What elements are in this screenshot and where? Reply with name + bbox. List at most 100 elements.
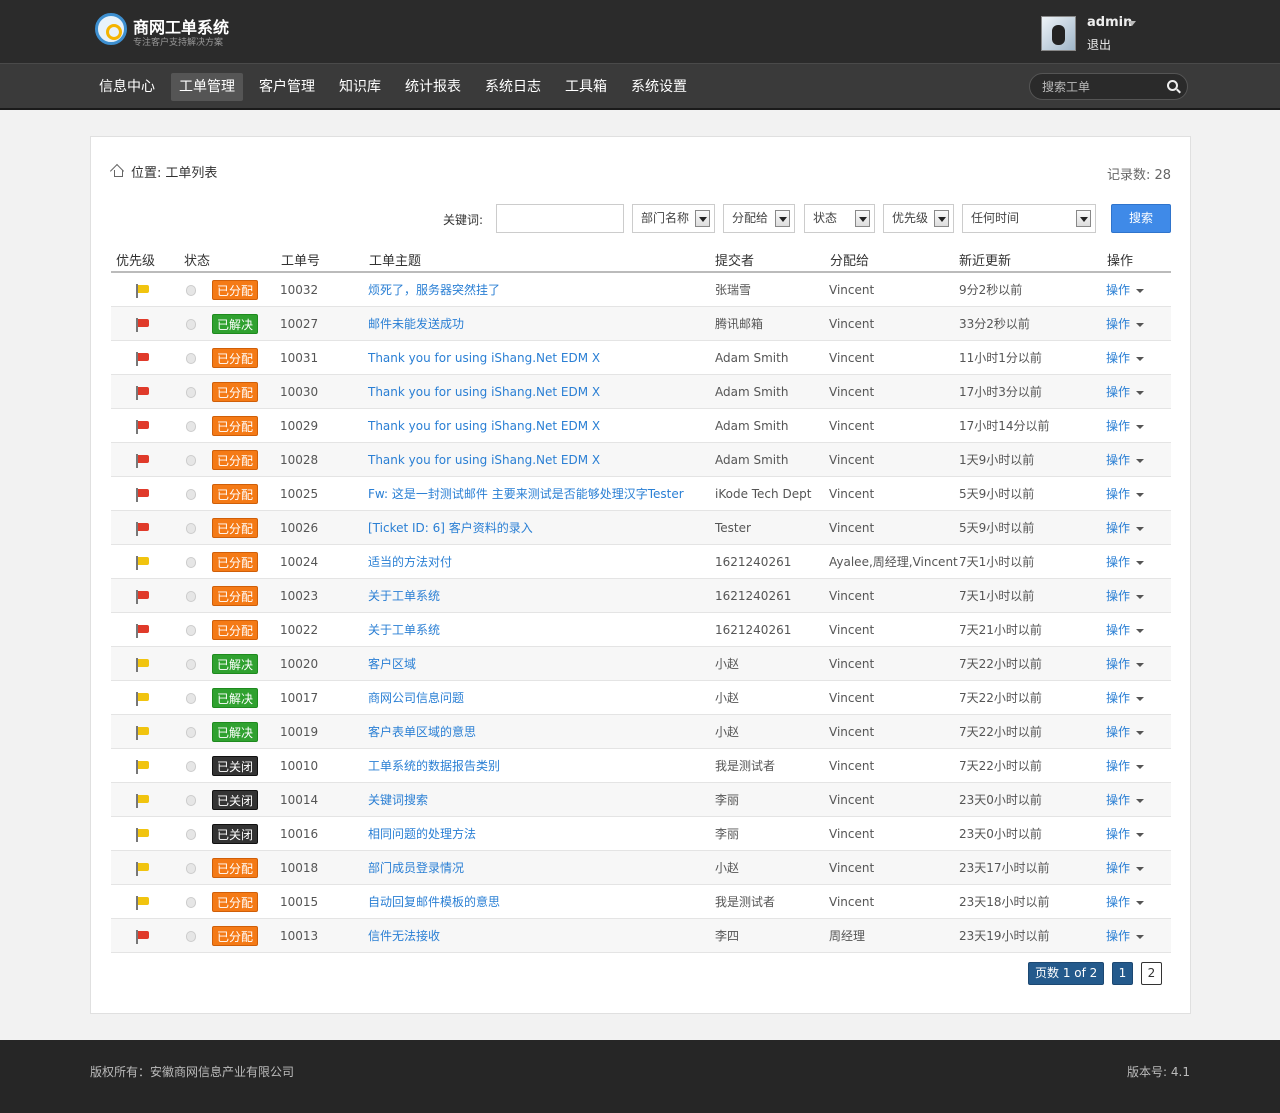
ticket-subject-link[interactable]: Thank you for using iShang.Net EDM X xyxy=(368,375,600,409)
ticket-subject-link[interactable]: 关于工单系统 xyxy=(368,579,440,613)
ticket-subject-link[interactable]: Thank you for using iShang.Net EDM X xyxy=(368,409,600,443)
nav-item-5[interactable]: 系统日志 xyxy=(477,73,549,101)
row-action-menu[interactable]: 操作 xyxy=(1106,409,1145,443)
row-action-menu[interactable]: 操作 xyxy=(1106,613,1145,647)
ticket-subject-link[interactable]: 商网公司信息问题 xyxy=(368,681,464,715)
chevron-down-icon[interactable] xyxy=(1128,21,1136,26)
user-menu[interactable]: admin xyxy=(1087,15,1132,30)
header-status[interactable]: 状态 xyxy=(184,250,210,269)
logout-link[interactable]: 退出 xyxy=(1087,36,1111,53)
table-row[interactable]: 已分配 10018 部门成员登录情况 小赵 Vincent 23天17小时以前 操作 xyxy=(111,851,1171,885)
priority-select[interactable]: 优先级 xyxy=(883,204,954,233)
table-row[interactable]: 已分配 10026 [Ticket ID: 6] 客户资料的录入 Tester Vinc… xyxy=(111,511,1171,545)
ticket-subject-link[interactable]: 客户表单区域的意思 xyxy=(368,715,476,749)
row-action-menu[interactable]: 操作 xyxy=(1106,817,1145,851)
row-action-menu[interactable]: 操作 xyxy=(1106,443,1145,477)
header-updated[interactable]: 新近更新 xyxy=(959,250,1011,269)
ticket-assignee: Vincent xyxy=(829,691,875,705)
table-row[interactable]: 已分配 10013 信件无法接收 李四 周经理 23天19小时以前 操作 xyxy=(111,919,1171,953)
row-action-menu[interactable]: 操作 xyxy=(1106,647,1145,681)
search-icon[interactable] xyxy=(1167,80,1178,91)
table-row[interactable]: 已关闭 10016 相同问题的处理方法 李丽 Vincent 23天0小时以前 操作 xyxy=(111,817,1171,851)
header-id[interactable]: 工单号 xyxy=(281,250,320,269)
row-action-menu[interactable]: 操作 xyxy=(1106,273,1145,307)
table-row[interactable]: 已分配 10029 Thank you for using iShang.Net E… xyxy=(111,409,1171,443)
app-logo[interactable]: 商网工单系统 专注客户支持解决方案 xyxy=(95,13,295,49)
table-row[interactable]: 已解决 10020 客户区域 小赵 Vincent 7天22小时以前 操作 xyxy=(111,647,1171,681)
header-priority[interactable]: 优先级 xyxy=(116,250,155,269)
status-select[interactable]: 状态 xyxy=(804,204,875,233)
row-action-label: 操作 xyxy=(1106,725,1131,739)
row-action-menu[interactable]: 操作 xyxy=(1106,715,1145,749)
table-row[interactable]: 已分配 10023 关于工单系统 1621240261 Vincent 7天1小时以前 操作 xyxy=(111,579,1171,613)
row-action-menu[interactable]: 操作 xyxy=(1106,375,1145,409)
ticket-id: 10022 xyxy=(280,623,319,637)
table-row[interactable]: 已解决 10019 客户表单区域的意思 小赵 Vincent 7天22小时以前 操作 xyxy=(111,715,1171,749)
ticket-subject-link[interactable]: Thank you for using iShang.Net EDM X xyxy=(368,341,600,375)
ticket-subject-link[interactable]: 烦死了，服务器突然挂了 xyxy=(368,273,500,307)
row-action-menu[interactable]: 操作 xyxy=(1106,477,1145,511)
ticket-search-input[interactable] xyxy=(1042,79,1162,95)
lock-icon xyxy=(186,489,196,500)
table-row[interactable]: 已分配 10022 关于工单系统 1621240261 Vincent 7天21小时以前 操… xyxy=(111,613,1171,647)
search-button[interactable]: 搜索 xyxy=(1111,204,1171,233)
row-action-menu[interactable]: 操作 xyxy=(1106,579,1145,613)
header-assignee[interactable]: 分配给 xyxy=(830,250,869,269)
row-action-label: 操作 xyxy=(1106,793,1131,807)
ticket-updated: 17小时14分以前 xyxy=(959,419,1050,433)
priority-flag-icon xyxy=(136,386,150,400)
nav-item-2[interactable]: 客户管理 xyxy=(251,73,323,101)
row-action-menu[interactable]: 操作 xyxy=(1106,851,1145,885)
table-row[interactable]: 已分配 10028 Thank you for using iShang.Net E… xyxy=(111,443,1171,477)
row-action-label: 操作 xyxy=(1106,623,1131,637)
avatar[interactable] xyxy=(1041,16,1076,51)
row-action-label: 操作 xyxy=(1106,589,1131,603)
assignee-select[interactable]: 分配给 xyxy=(723,204,795,233)
header-submitter[interactable]: 提交者 xyxy=(715,250,754,269)
ticket-subject-link[interactable]: 相同问题的处理方法 xyxy=(368,817,476,851)
ticket-subject-link[interactable]: 自动回复邮件模板的意思 xyxy=(368,885,500,919)
row-action-menu[interactable]: 操作 xyxy=(1106,681,1145,715)
ticket-subject-link[interactable]: 邮件未能发送成功 xyxy=(368,307,464,341)
ticket-subject-link[interactable]: 适当的方法对付 xyxy=(368,545,452,579)
nav-item-0[interactable]: 信息中心 xyxy=(91,73,163,101)
row-action-menu[interactable]: 操作 xyxy=(1106,749,1145,783)
table-row[interactable]: 已分配 10031 Thank you for using iShang.Net E… xyxy=(111,341,1171,375)
keyword-input[interactable] xyxy=(496,204,624,233)
row-action-menu[interactable]: 操作 xyxy=(1106,885,1145,919)
department-select[interactable]: 部门名称 xyxy=(632,204,715,233)
nav-item-4[interactable]: 统计报表 xyxy=(397,73,469,101)
page-2-button[interactable]: 2 xyxy=(1141,962,1162,985)
row-action-menu[interactable]: 操作 xyxy=(1106,919,1145,953)
nav-item-3[interactable]: 知识库 xyxy=(331,73,389,101)
table-row[interactable]: 已解决 10017 商网公司信息问题 小赵 Vincent 7天22小时以前 操作 xyxy=(111,681,1171,715)
time-select[interactable]: 任何时间 xyxy=(962,204,1096,233)
ticket-subject-link[interactable]: 关键词搜索 xyxy=(368,783,428,817)
ticket-subject-link[interactable]: 客户区域 xyxy=(368,647,416,681)
table-row[interactable]: 已分配 10024 适当的方法对付 1621240261 Ayalee,周经理,Vinc… xyxy=(111,545,1171,579)
ticket-subject-link[interactable]: [Ticket ID: 6] 客户资料的录入 xyxy=(368,511,533,545)
table-row[interactable]: 已解决 10027 邮件未能发送成功 腾讯邮箱 Vincent 33分2秒以前 操作 xyxy=(111,307,1171,341)
table-row[interactable]: 已分配 10030 Thank you for using iShang.Net E… xyxy=(111,375,1171,409)
row-action-menu[interactable]: 操作 xyxy=(1106,307,1145,341)
ticket-subject-link[interactable]: Thank you for using iShang.Net EDM X xyxy=(368,443,600,477)
nav-item-1[interactable]: 工单管理 xyxy=(171,73,243,101)
row-action-menu[interactable]: 操作 xyxy=(1106,545,1145,579)
row-action-menu[interactable]: 操作 xyxy=(1106,341,1145,375)
ticket-subject-link[interactable]: Fw: 这是一封测试邮件 主要来测试是否能够处理汉字Tester xyxy=(368,477,684,511)
header-subject[interactable]: 工单主题 xyxy=(369,250,421,269)
ticket-subject-link[interactable]: 关于工单系统 xyxy=(368,613,440,647)
table-row[interactable]: 已关闭 10014 关键词搜索 李丽 Vincent 23天0小时以前 操作 xyxy=(111,783,1171,817)
ticket-subject-link[interactable]: 工单系统的数据报告类别 xyxy=(368,749,500,783)
table-row[interactable]: 已分配 10015 自动回复邮件模板的意思 我是测试者 Vincent 23天18小时以前… xyxy=(111,885,1171,919)
ticket-subject-link[interactable]: 信件无法接收 xyxy=(368,919,440,953)
table-row[interactable]: 已分配 10032 烦死了，服务器突然挂了 张瑞雪 Vincent 9分2秒以前 操作 xyxy=(111,273,1171,307)
row-action-menu[interactable]: 操作 xyxy=(1106,783,1145,817)
ticket-subject-link[interactable]: 部门成员登录情况 xyxy=(368,851,464,885)
table-row[interactable]: 已分配 10025 Fw: 这是一封测试邮件 主要来测试是否能够处理汉字Tester… xyxy=(111,477,1171,511)
nav-item-6[interactable]: 工具箱 xyxy=(557,73,615,101)
nav-item-7[interactable]: 系统设置 xyxy=(623,73,695,101)
table-row[interactable]: 已关闭 10010 工单系统的数据报告类别 我是测试者 Vincent 7天22小时以前 操… xyxy=(111,749,1171,783)
page-1-button[interactable]: 1 xyxy=(1112,962,1133,985)
row-action-menu[interactable]: 操作 xyxy=(1106,511,1145,545)
